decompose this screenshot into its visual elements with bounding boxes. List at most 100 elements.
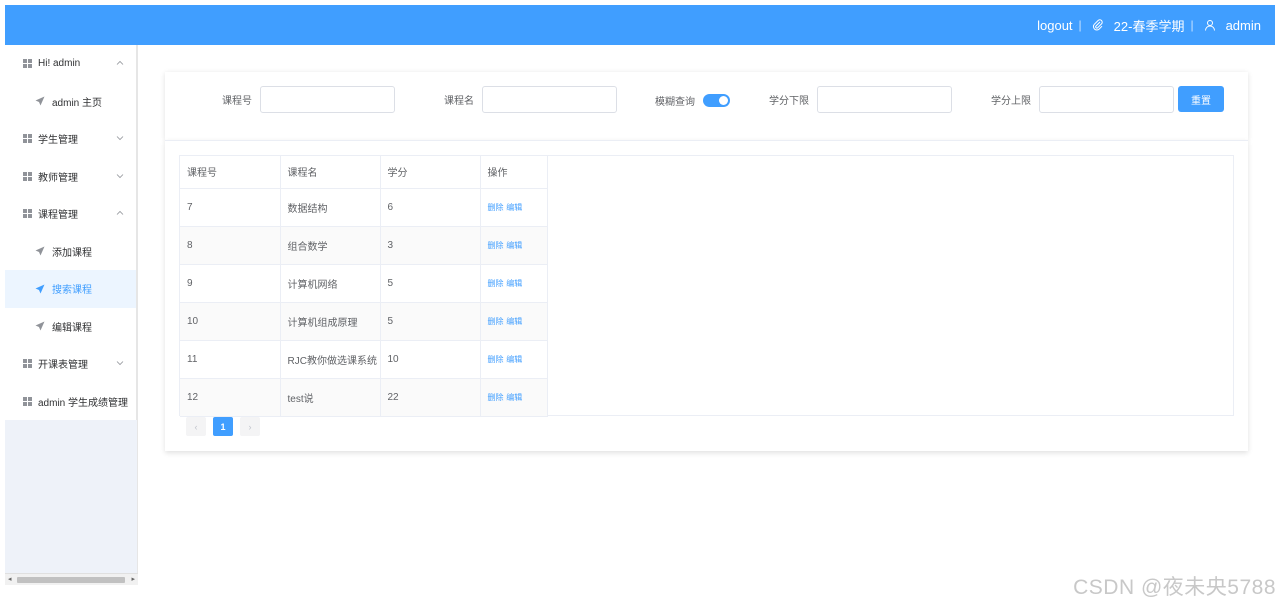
table-header-row: 课程号 课程名 学分 操作: [180, 156, 548, 189]
course-table: 课程号 课程名 学分 操作 7 数据结构 6 删除 编辑 8 组合数学 3 删除 编辑 9 计算机…: [180, 156, 548, 417]
cell-operation: 删除 编辑: [480, 226, 548, 265]
edit-link[interactable]: 编辑: [506, 355, 522, 364]
cell-id: 12: [180, 378, 281, 417]
table-row: 10 计算机组成原理 5 删除 编辑: [180, 302, 548, 341]
sidebar-item[interactable]: 教师管理: [5, 158, 136, 196]
scroll-right-arrow[interactable]: ▸: [131, 575, 135, 583]
watermark: CSDN @夜未央5788: [1073, 576, 1276, 599]
sidebar-item-label: 添加课程: [52, 247, 92, 259]
cell-credit: 5: [380, 264, 481, 303]
page-number-button[interactable]: 1: [213, 417, 233, 436]
cell-credit: 10: [380, 340, 481, 379]
cell-operation: 删除 编辑: [480, 340, 548, 379]
pagination: ‹ 1 ›: [186, 417, 260, 436]
menu-grid-icon: [23, 396, 32, 406]
delete-link[interactable]: 删除: [488, 317, 504, 326]
cell-credit: 5: [380, 302, 481, 341]
sidebar-item[interactable]: 开课表管理: [5, 345, 136, 383]
cell-name: RJC教你做选课系统: [280, 340, 381, 379]
cell-name: 计算机网络: [280, 264, 381, 303]
chevron-up-icon: [116, 210, 124, 215]
cell-id: 10: [180, 302, 281, 341]
prev-page-button[interactable]: ‹: [186, 417, 206, 436]
edit-link[interactable]: 编辑: [506, 279, 522, 288]
sidebar-item[interactable]: 课程管理: [5, 195, 136, 233]
send-icon: [35, 246, 45, 256]
sidebar-item-label: admin 主页: [52, 97, 103, 109]
credit-min-input[interactable]: [817, 86, 952, 113]
menu-grid-icon: [23, 209, 32, 219]
cell-id: 7: [180, 188, 281, 227]
delete-link[interactable]: 删除: [488, 393, 504, 402]
cell-operation: 删除 编辑: [480, 264, 548, 303]
sidebar-item-label: Hi! admin: [38, 58, 81, 70]
delete-link[interactable]: 删除: [488, 279, 504, 288]
edit-link[interactable]: 编辑: [506, 317, 522, 326]
sidebar-item[interactable]: 搜索课程: [5, 270, 136, 308]
search-form-card: 课程号 课程名 模糊查询 学分下限 学分上限 重置: [165, 72, 1248, 140]
sidebar-item[interactable]: Hi! admin: [5, 45, 136, 83]
cell-name: test说: [280, 378, 381, 417]
user-name[interactable]: admin: [1226, 18, 1261, 33]
menu-grid-icon: [23, 59, 32, 69]
cell-credit: 22: [380, 378, 481, 417]
credit-max-input[interactable]: [1039, 86, 1174, 113]
scrollbar-thumb[interactable]: [17, 577, 125, 583]
chevron-up-icon: [116, 60, 124, 65]
course-id-field: 课程号: [222, 86, 395, 113]
paperclip-icon: [1092, 19, 1103, 31]
course-name-input[interactable]: [482, 86, 617, 113]
cell-id: 8: [180, 226, 281, 265]
delete-link[interactable]: 删除: [488, 203, 504, 212]
send-icon: [35, 284, 45, 294]
table-row: 8 组合数学 3 删除 编辑: [180, 226, 548, 265]
sidebar-item-label: 课程管理: [38, 210, 78, 222]
sidebar-item[interactable]: 学生管理: [5, 120, 136, 158]
sidebar-scrollbar[interactable]: ◂ ▸: [5, 573, 138, 585]
edit-link[interactable]: 编辑: [506, 393, 522, 402]
term-label[interactable]: 22-春季学期: [1114, 16, 1185, 35]
header-separator: |: [1190, 18, 1194, 32]
cell-name: 数据结构: [280, 188, 381, 227]
delete-link[interactable]: 删除: [488, 355, 504, 364]
header-separator: |: [1078, 18, 1082, 32]
next-page-button[interactable]: ›: [240, 417, 260, 436]
chevron-down-icon: [116, 361, 124, 366]
table-row: 9 计算机网络 5 删除 编辑: [180, 264, 548, 303]
header-course-id: 课程号: [180, 156, 281, 189]
sidebar-item[interactable]: admin 主页: [5, 83, 136, 121]
sidebar-item[interactable]: admin 学生成绩管理: [5, 383, 136, 421]
table-row: 12 test说 22 删除 编辑: [180, 378, 548, 417]
send-icon: [35, 96, 45, 106]
edit-link[interactable]: 编辑: [506, 203, 522, 212]
sidebar-item[interactable]: 添加课程: [5, 233, 136, 271]
cell-id: 9: [180, 264, 281, 303]
sidebar-item[interactable]: 编辑课程: [5, 308, 136, 346]
cell-name: 计算机组成原理: [280, 302, 381, 341]
send-icon: [35, 321, 45, 331]
sidebar-menu: Hi! admin admin 主页学生管理教师管理课程管理添加课程搜索课程编辑课…: [5, 45, 137, 420]
menu-grid-icon: [23, 359, 32, 369]
course-id-input[interactable]: [260, 86, 395, 113]
fuzzy-toggle[interactable]: [703, 94, 730, 107]
credit-min-label: 学分下限: [769, 96, 809, 107]
table-row: 7 数据结构 6 删除 编辑: [180, 188, 548, 227]
fuzzy-label: 模糊查询: [655, 97, 695, 108]
cell-id: 11: [180, 340, 281, 379]
cell-credit: 6: [380, 188, 481, 227]
edit-link[interactable]: 编辑: [506, 241, 522, 250]
delete-link[interactable]: 删除: [488, 241, 504, 250]
top-header: logout | 22-春季学期 | admin: [5, 5, 1275, 45]
header-course-name: 课程名: [280, 156, 381, 189]
credit-min-field: 学分下限: [769, 86, 952, 113]
user-icon: [1204, 20, 1215, 31]
reset-button[interactable]: 重置: [1178, 86, 1224, 112]
menu-grid-icon: [23, 134, 32, 144]
table-row: 11 RJC教你做选课系统 10 删除 编辑: [180, 340, 548, 379]
course-name-label: 课程名: [444, 96, 474, 107]
scroll-left-arrow[interactable]: ◂: [8, 575, 12, 583]
sidebar-item-label: 开课表管理: [38, 360, 88, 372]
logout-link[interactable]: logout: [1037, 18, 1072, 33]
sidebar-item-label: 教师管理: [38, 172, 78, 184]
sidebar-item-label: 搜索课程: [52, 285, 92, 297]
